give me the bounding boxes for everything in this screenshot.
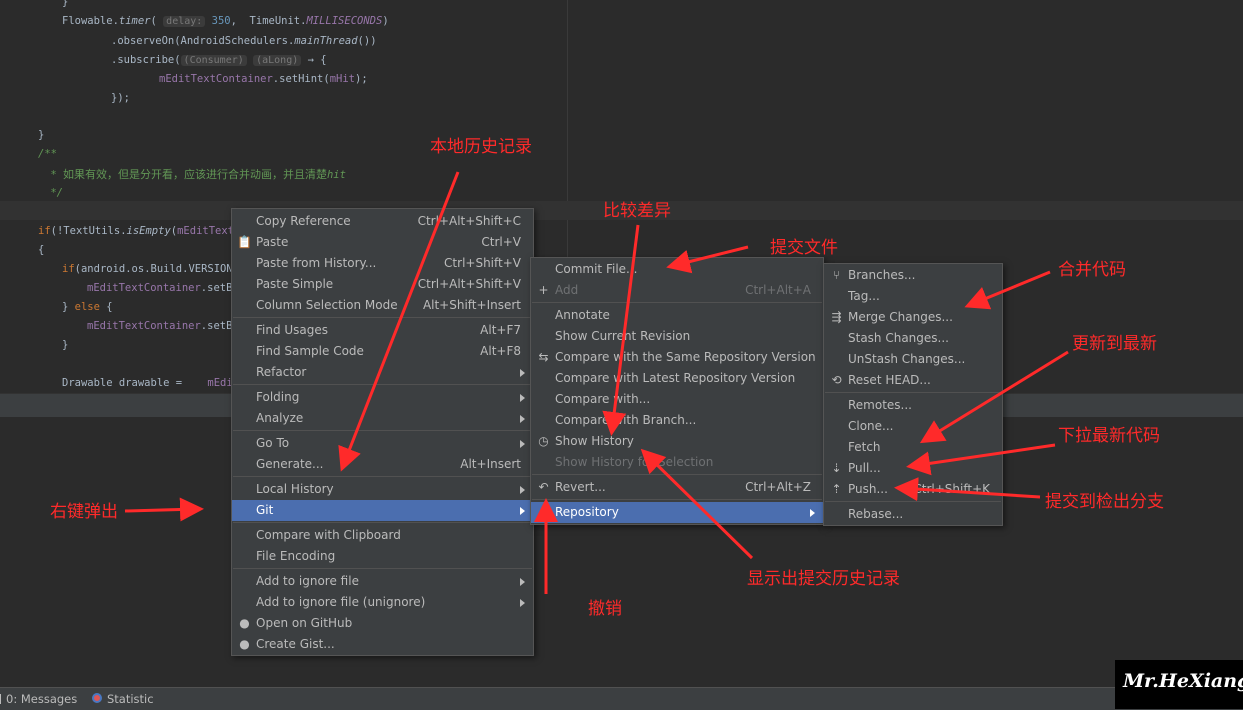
arrow-right-click bbox=[124, 497, 204, 522]
annotation-merge-code: 合并代码 bbox=[1058, 260, 1126, 280]
annotation-compare-diff: 比较差异 bbox=[603, 201, 671, 221]
annotation-revert: 撤销 bbox=[588, 599, 622, 619]
arrow-pull bbox=[906, 443, 1056, 476]
annotation-commit-file: 提交文件 bbox=[770, 238, 838, 258]
arrow-push bbox=[894, 477, 1041, 502]
annotation-show-history: 显示出提交历史记录 bbox=[747, 569, 900, 589]
arrow-compare bbox=[602, 224, 640, 436]
arrow-show-history bbox=[640, 448, 754, 560]
arrow-commit bbox=[666, 245, 749, 274]
annotation-local-history: 本地历史记录 bbox=[430, 137, 532, 157]
annotation-pull-latest: 下拉最新代码 bbox=[1058, 426, 1160, 446]
annotation-update-latest: 更新到最新 bbox=[1072, 334, 1157, 354]
annotation-push-branch: 提交到检出分支 bbox=[1045, 492, 1164, 512]
arrow-update bbox=[919, 350, 1069, 444]
annotation-right-click: 右键弹出 bbox=[50, 502, 118, 522]
arrow-local-history bbox=[338, 171, 460, 472]
arrow-merge bbox=[964, 270, 1051, 310]
